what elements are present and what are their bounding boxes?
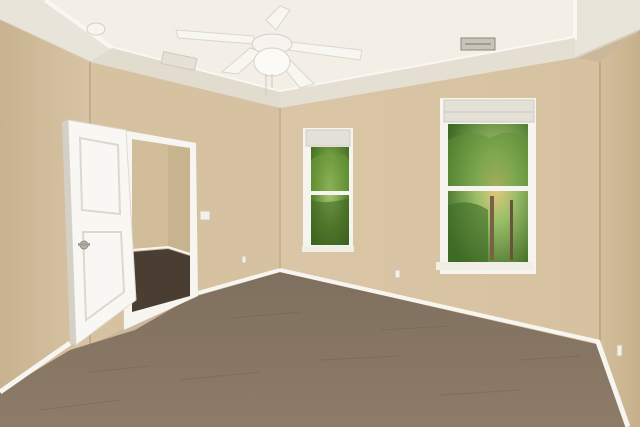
door-lever-icon	[78, 243, 90, 246]
bedroom-photo	[0, 0, 640, 427]
outlet-icon	[394, 269, 401, 279]
light-switch-icon[interactable]	[199, 210, 211, 221]
outlet-icon	[616, 344, 623, 357]
left-window	[302, 128, 354, 252]
outlet-icon	[241, 255, 247, 264]
smoke-detector-icon	[86, 22, 106, 36]
right-window	[436, 98, 536, 274]
room-illustration	[0, 0, 640, 427]
